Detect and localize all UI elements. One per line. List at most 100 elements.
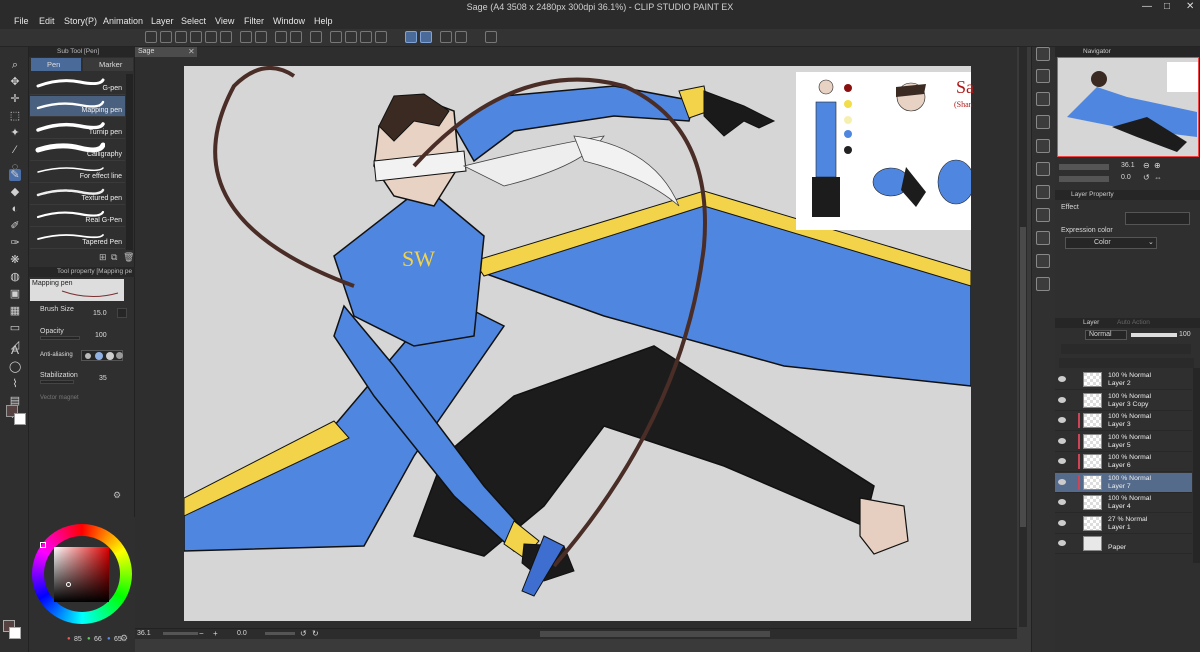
close-tab-icon[interactable]: ✕ bbox=[188, 47, 195, 56]
magic-wand-icon[interactable]: ✦ bbox=[9, 127, 21, 139]
fit-view-icon[interactable] bbox=[175, 31, 187, 43]
clear-icon[interactable] bbox=[275, 31, 287, 43]
eye-icon[interactable] bbox=[1058, 458, 1066, 464]
opacity-slider[interactable] bbox=[40, 336, 80, 340]
balloon-icon[interactable]: ◯ bbox=[9, 361, 21, 373]
invert-selection-icon[interactable] bbox=[360, 31, 372, 43]
color-settings-icon[interactable]: ⚙ bbox=[120, 633, 128, 644]
brush-textured-pen[interactable]: Textured pen bbox=[30, 184, 125, 205]
layer-row[interactable]: Paper bbox=[1055, 534, 1192, 554]
menu-animation[interactable]: Animation bbox=[103, 16, 143, 26]
eye-icon[interactable] bbox=[1058, 519, 1066, 526]
deselect-icon[interactable] bbox=[330, 31, 342, 43]
color-mode-icon[interactable] bbox=[455, 31, 467, 43]
search-panel-icon[interactable] bbox=[1036, 47, 1050, 61]
menu-edit[interactable]: Edit bbox=[39, 16, 55, 26]
eye-icon[interactable] bbox=[1058, 540, 1066, 546]
canvas-vertical-scrollbar[interactable] bbox=[1019, 47, 1027, 627]
zoom-value[interactable]: 36.1 bbox=[137, 630, 151, 637]
eye-icon[interactable] bbox=[1058, 478, 1066, 485]
brush-tool-icon[interactable]: ✐ bbox=[9, 220, 21, 232]
material-panel-icon[interactable] bbox=[1036, 69, 1050, 83]
blend-mode-dropdown[interactable]: Normal bbox=[1085, 330, 1127, 340]
tab-auto-action[interactable]: Auto Action bbox=[1117, 318, 1150, 328]
antialias-weak-icon[interactable] bbox=[95, 352, 103, 360]
bottom-sub-color[interactable] bbox=[9, 627, 21, 639]
navigator-preview[interactable] bbox=[1057, 57, 1199, 157]
minimize-button[interactable]: — bbox=[1142, 1, 1152, 12]
brush-real-g-pen[interactable]: Real G-Pen bbox=[30, 206, 125, 227]
brush-g-pen[interactable]: G-pen bbox=[30, 74, 125, 95]
navigator-rotation-value[interactable]: 0.0 bbox=[1121, 174, 1131, 181]
navigator-rotation-slider[interactable] bbox=[1059, 176, 1109, 182]
figure-tool-icon[interactable]: ▭ bbox=[9, 322, 21, 334]
zoom-out-icon[interactable] bbox=[160, 31, 172, 43]
gradient-icon[interactable]: ▦ bbox=[9, 305, 21, 317]
antialias-strong-icon[interactable] bbox=[116, 352, 123, 359]
layer-row[interactable]: 100 % Normal Layer 4 bbox=[1055, 493, 1192, 513]
menu-file[interactable]: File bbox=[14, 16, 29, 26]
layer-scrollbar[interactable] bbox=[1193, 368, 1200, 563]
eye-icon[interactable] bbox=[1058, 499, 1066, 505]
layer-row[interactable]: 100 % Normal Layer 7 bbox=[1055, 472, 1192, 493]
quick-access-icon[interactable] bbox=[1036, 277, 1050, 291]
menu-select[interactable]: Select bbox=[181, 16, 206, 26]
layer-row[interactable]: 100 % Normal Layer 3 Copy bbox=[1055, 391, 1192, 411]
opacity-value[interactable]: 100 bbox=[95, 332, 107, 339]
zoom-tool-icon[interactable]: ⌕ bbox=[9, 59, 21, 71]
hue-cursor[interactable] bbox=[40, 542, 46, 548]
history-panel-icon[interactable] bbox=[1036, 92, 1050, 106]
layer-row[interactable]: 100 % Normal Layer 3 bbox=[1055, 411, 1192, 431]
selection-tool-icon[interactable]: ⬚ bbox=[9, 110, 21, 122]
menu-story[interactable]: Story(P) bbox=[64, 16, 97, 26]
navigator-zoom-out-icon[interactable]: ⊖ bbox=[1143, 161, 1150, 170]
layer-row[interactable]: 100 % Normal Layer 6 bbox=[1055, 452, 1192, 472]
navigator-flip-icon[interactable]: ⇔ bbox=[1154, 173, 1162, 182]
approx-color-icon[interactable] bbox=[1036, 254, 1050, 268]
brush-tapered-pen[interactable]: Tapered Pen bbox=[30, 228, 125, 249]
item-bank-icon[interactable] bbox=[1036, 139, 1050, 153]
blend-tool-icon[interactable]: ◍ bbox=[9, 271, 21, 283]
close-button[interactable]: ✕ bbox=[1186, 1, 1194, 12]
snap-ruler-icon[interactable] bbox=[405, 31, 417, 43]
select-all-icon[interactable] bbox=[345, 31, 357, 43]
new-file-icon[interactable] bbox=[190, 31, 202, 43]
menu-filter[interactable]: Filter bbox=[244, 16, 264, 26]
zoom-out-button[interactable]: − bbox=[199, 629, 204, 638]
layer-opacity-slider[interactable] bbox=[1131, 333, 1177, 337]
rotate-left-icon[interactable]: ↺ bbox=[300, 629, 307, 638]
stabilization-value[interactable]: 35 bbox=[99, 375, 107, 382]
maximize-button[interactable]: □ bbox=[1164, 1, 1170, 12]
zoom-in-button[interactable]: + bbox=[213, 629, 218, 638]
eye-icon[interactable] bbox=[1058, 417, 1066, 423]
layer-search-icon[interactable] bbox=[1036, 115, 1050, 129]
tab-pen[interactable]: Pen bbox=[31, 58, 81, 71]
tool-reset-icon[interactable]: ⚙ bbox=[113, 490, 121, 501]
correct-line-icon[interactable]: ⌇ bbox=[9, 378, 21, 390]
move-tool-icon[interactable]: ✛ bbox=[9, 93, 21, 105]
redo-icon[interactable] bbox=[255, 31, 267, 43]
layer-row[interactable]: 100 % Normal Layer 5 bbox=[1055, 432, 1192, 452]
undo-icon[interactable] bbox=[240, 31, 252, 43]
save-icon[interactable] bbox=[220, 31, 232, 43]
settings-icon[interactable] bbox=[485, 31, 497, 43]
intermediate-color-icon[interactable] bbox=[1036, 231, 1050, 245]
eye-icon[interactable] bbox=[1058, 396, 1066, 403]
crop-icon[interactable] bbox=[375, 31, 387, 43]
brush-size-dropdown[interactable] bbox=[117, 308, 127, 318]
horizontal-scroll-thumb[interactable] bbox=[540, 631, 770, 637]
tab-layer[interactable]: Layer bbox=[1083, 318, 1099, 328]
vertical-scroll-thumb[interactable] bbox=[1020, 227, 1026, 527]
brush-turnip-pen[interactable]: Turnip pen bbox=[30, 118, 125, 139]
menu-help[interactable]: Help bbox=[314, 16, 333, 26]
rotation-slider[interactable] bbox=[265, 632, 295, 635]
menu-view[interactable]: View bbox=[215, 16, 234, 26]
add-brush-icon[interactable]: ⊞ bbox=[99, 252, 107, 263]
brush-mapping-pen[interactable]: Mapping pen bbox=[30, 96, 125, 117]
color-set-icon[interactable] bbox=[1036, 208, 1050, 222]
transform-icon[interactable] bbox=[310, 31, 322, 43]
rotate-right-icon[interactable]: ↻ bbox=[312, 629, 319, 638]
stabilization-slider[interactable] bbox=[40, 380, 74, 384]
color-picker-cursor[interactable] bbox=[66, 582, 71, 587]
eye-icon[interactable] bbox=[1058, 437, 1066, 444]
